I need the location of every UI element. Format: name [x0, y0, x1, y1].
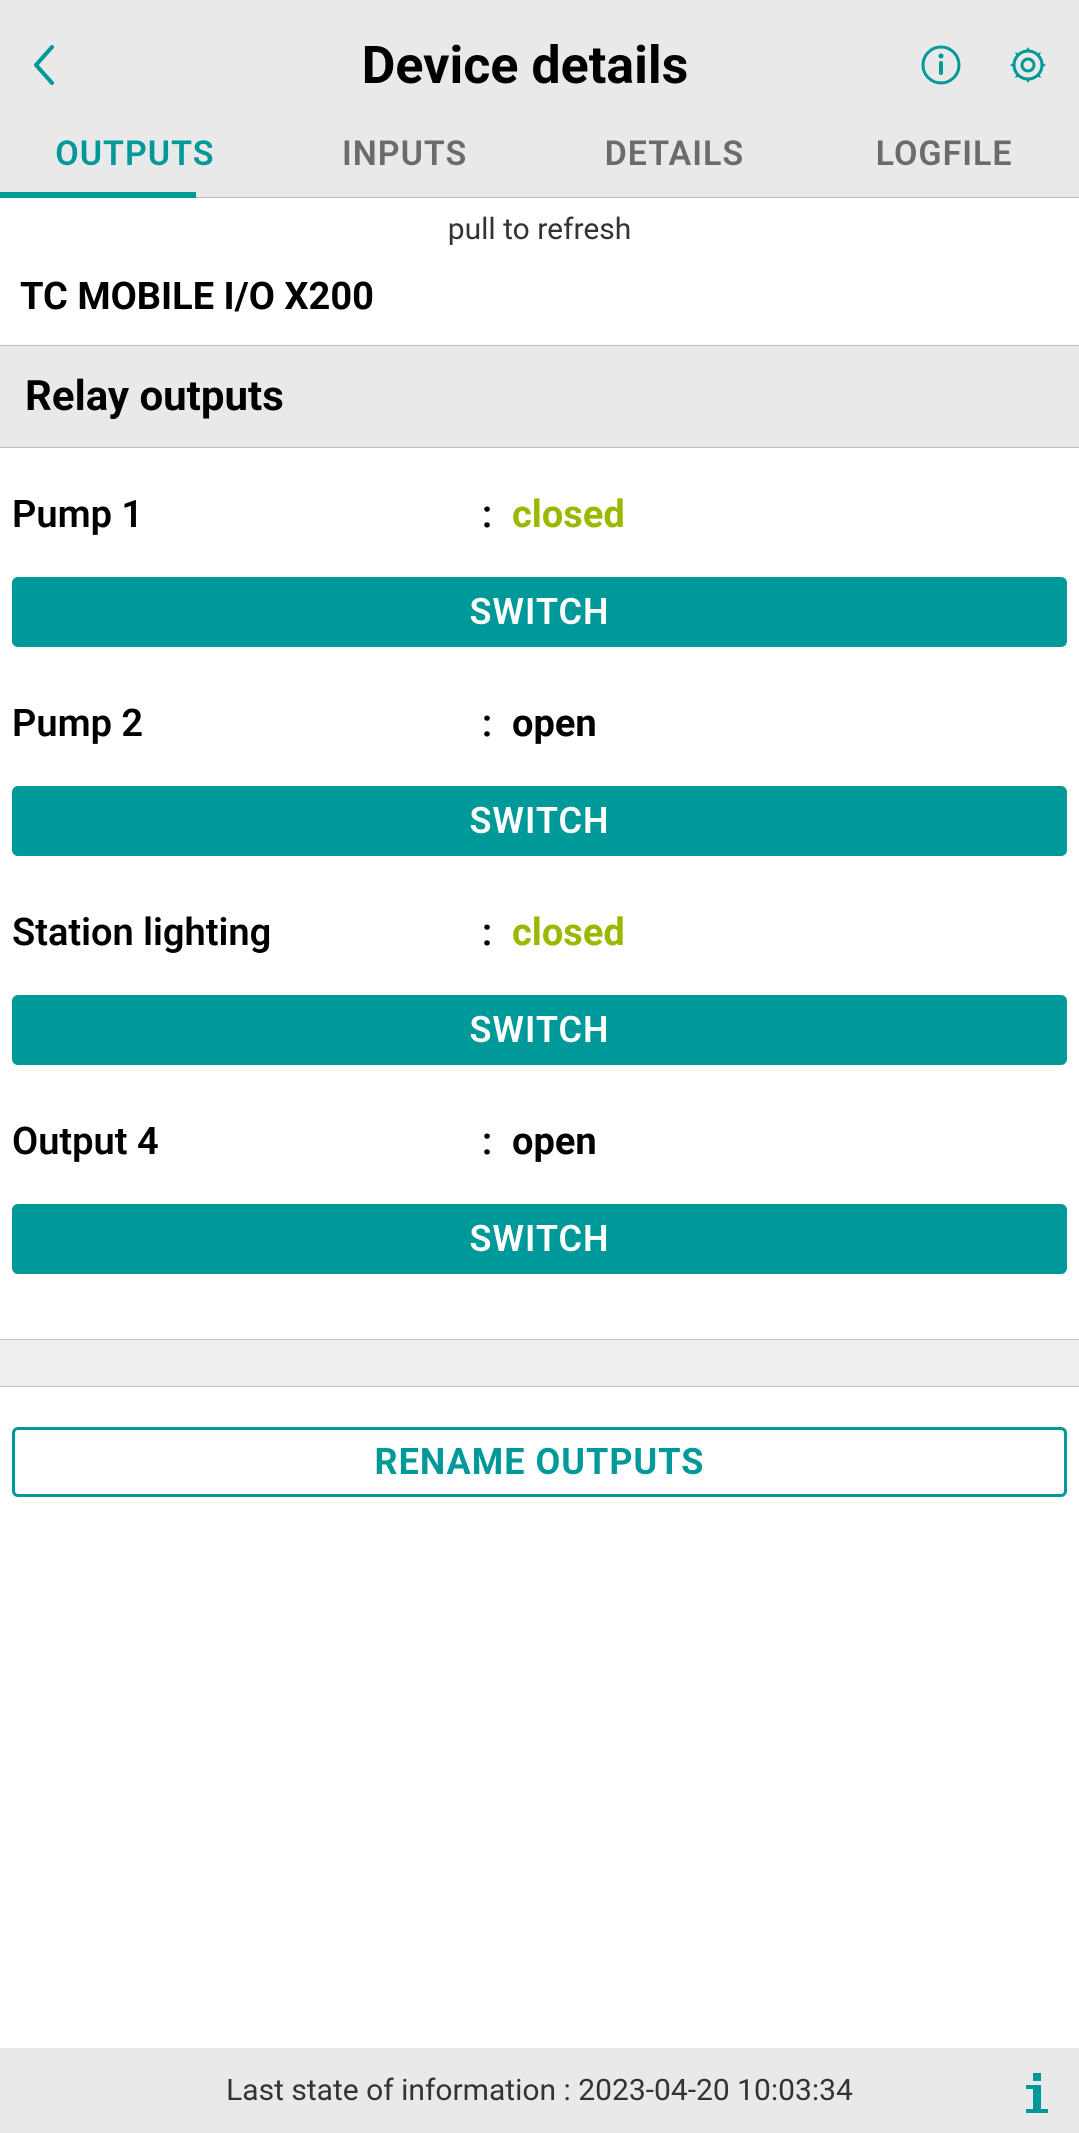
tab-details[interactable]: DETAILS	[540, 110, 810, 197]
section-relay-outputs: Relay outputs	[0, 345, 1079, 448]
tab-logfile[interactable]: LOGFILE	[809, 110, 1079, 197]
output-item: Pump 1 : closed SWITCH	[0, 448, 1079, 657]
switch-button[interactable]: SWITCH	[12, 786, 1067, 856]
rename-outputs-button[interactable]: RENAME OUTPUTS	[12, 1427, 1067, 1497]
switch-button[interactable]: SWITCH	[12, 577, 1067, 647]
output-label: Output 4	[12, 1120, 472, 1164]
tab-bar: OUTPUTS INPUTS DETAILS LOGFILE	[0, 110, 1079, 198]
output-status: open	[502, 702, 597, 746]
separator	[0, 1339, 1079, 1387]
output-item: Output 4 : open SWITCH	[0, 1075, 1079, 1284]
content-area[interactable]: pull to refresh TC MOBILE I/O X200 Relay…	[0, 198, 1079, 2048]
output-status: closed	[502, 911, 625, 955]
app-header: Device details OUTPUTS INPUTS DETAILS LO…	[0, 0, 1079, 198]
switch-button[interactable]: SWITCH	[12, 1204, 1067, 1274]
output-label: Pump 2	[12, 702, 472, 746]
info-icon[interactable]	[920, 44, 962, 86]
footer-text: Last state of information : 2023-04-20 1…	[226, 2073, 853, 2108]
tab-outputs[interactable]: OUTPUTS	[0, 110, 270, 197]
info-icon[interactable]	[1020, 2069, 1054, 2113]
back-icon[interactable]	[30, 45, 90, 85]
output-item: Station lighting : closed SWITCH	[0, 866, 1079, 1075]
output-status: closed	[502, 493, 625, 537]
output-status: open	[502, 1120, 597, 1164]
footer-bar: Last state of information : 2023-04-20 1…	[0, 2048, 1079, 2133]
device-name: TC MOBILE I/O X200	[0, 267, 1079, 345]
tab-inputs[interactable]: INPUTS	[270, 110, 540, 197]
pull-to-refresh-hint: pull to refresh	[0, 198, 1079, 267]
switch-button[interactable]: SWITCH	[12, 995, 1067, 1065]
output-label: Station lighting	[12, 911, 472, 955]
output-label: Pump 1	[12, 493, 472, 537]
output-item: Pump 2 : open SWITCH	[0, 657, 1079, 866]
page-title: Device details	[90, 35, 920, 96]
settings-gear-icon[interactable]	[1007, 44, 1049, 86]
